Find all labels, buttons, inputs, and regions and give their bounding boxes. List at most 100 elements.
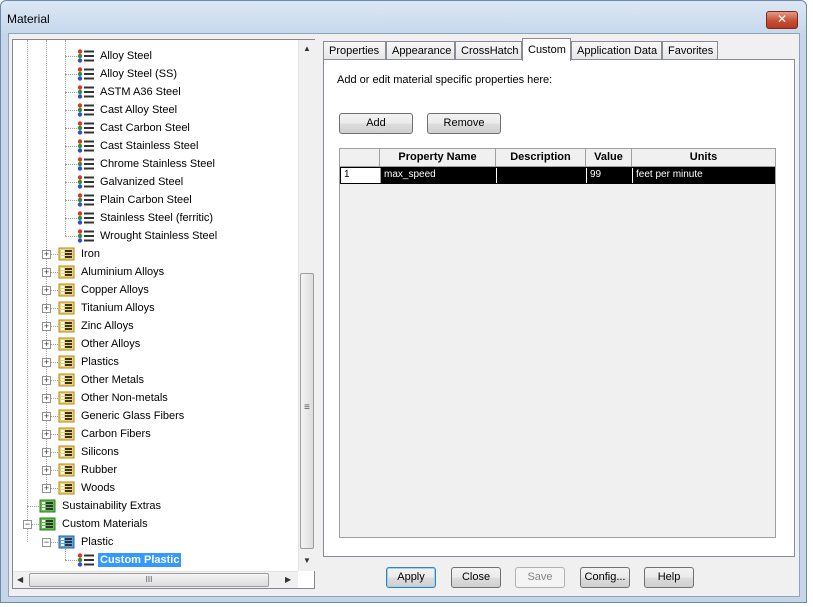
scroll-right-icon[interactable]: ▶: [285, 575, 291, 584]
tree-item-titanium-alloys[interactable]: Titanium Alloys: [58, 299, 157, 317]
tree-guide-line: [65, 40, 66, 236]
scroll-down-icon[interactable]: ▼: [303, 556, 311, 565]
expand-icon[interactable]: +: [42, 304, 51, 313]
table-row[interactable]: 1 max_speed 99 feet per minute: [340, 167, 775, 184]
tree-item-woods[interactable]: Woods: [58, 479, 117, 497]
tree-item-galvanized-steel[interactable]: Galvanized Steel: [77, 173, 185, 191]
scroll-up-icon[interactable]: ▲: [303, 44, 311, 53]
remove-button[interactable]: Remove: [427, 113, 501, 134]
collapse-icon[interactable]: −: [23, 520, 32, 529]
tree-item-label: Iron: [81, 248, 100, 260]
tree-guide-line: [65, 236, 77, 237]
help-button[interactable]: Help: [644, 567, 694, 588]
tree-item-custom-plastic[interactable]: Custom Plastic: [77, 551, 182, 569]
close-window-button[interactable]: ✕: [766, 11, 798, 29]
expand-icon[interactable]: +: [42, 286, 51, 295]
tree-horizontal-scroll-thumb[interactable]: III: [29, 573, 269, 587]
tree-guide-line: [27, 40, 28, 542]
value-cell[interactable]: 99: [587, 168, 633, 183]
grip-icon: ≡: [304, 402, 310, 413]
tree-item-copper-alloys[interactable]: Copper Alloys: [58, 281, 151, 299]
tree-item-alloy-steel[interactable]: Alloy Steel: [77, 47, 154, 65]
tree-item-iron[interactable]: Iron: [58, 245, 102, 263]
tree-item-other-metals[interactable]: Other Metals: [58, 371, 146, 389]
tab-properties[interactable]: Properties: [323, 41, 386, 60]
tree-item-stainless-steel-ferritic[interactable]: Stainless Steel (ferritic): [77, 209, 215, 227]
material-icon: [77, 193, 95, 207]
tree-item-chrome-stainless-steel[interactable]: Chrome Stainless Steel: [77, 155, 217, 173]
tree-item-aluminium-alloys[interactable]: Aluminium Alloys: [58, 263, 166, 281]
tree-item-wrought-stainless-steel[interactable]: Wrought Stainless Steel: [77, 227, 219, 245]
tab-custom[interactable]: Custom: [522, 38, 571, 61]
units-cell[interactable]: feet per minute: [633, 168, 774, 183]
close-button[interactable]: Close: [451, 567, 501, 588]
title-bar[interactable]: Material ✕: [1, 1, 806, 33]
tree-item-plastic[interactable]: Plastic: [58, 533, 115, 551]
material-folder-icon: [58, 247, 76, 261]
tree-item-other-alloys[interactable]: Other Alloys: [58, 335, 142, 353]
expand-icon[interactable]: +: [42, 268, 51, 277]
tree-item-cast-alloy-steel[interactable]: Cast Alloy Steel: [77, 101, 179, 119]
collapse-icon[interactable]: −: [42, 538, 51, 547]
property-name-cell[interactable]: max_speed: [381, 168, 497, 183]
tree-vertical-scrollbar[interactable]: ▲ ≡ ▼: [298, 40, 315, 571]
column-header-value[interactable]: Value: [586, 149, 632, 167]
column-header-units[interactable]: Units: [632, 149, 775, 167]
expand-icon[interactable]: +: [42, 394, 51, 403]
material-icon: [77, 139, 95, 153]
tab-application-data[interactable]: Application Data: [571, 41, 662, 60]
config-button[interactable]: Config...: [580, 567, 630, 588]
row-index-cell[interactable]: 1: [341, 168, 381, 183]
tree-item-custom-materials[interactable]: Custom Materials: [39, 515, 150, 533]
material-icon: [77, 85, 95, 99]
tree-item-label: Woods: [81, 482, 116, 494]
expand-icon[interactable]: +: [42, 412, 51, 421]
tree-item-silicons[interactable]: Silicons: [58, 443, 121, 461]
tree-item-cast-carbon-steel[interactable]: Cast Carbon Steel: [77, 119, 192, 137]
tree-item-label: Plain Carbon Steel: [100, 194, 192, 206]
tree-item-plain-carbon-steel[interactable]: Plain Carbon Steel: [77, 191, 194, 209]
tab-appearance[interactable]: Appearance: [386, 41, 455, 60]
custom-hint-text: Add or edit material specific properties…: [337, 74, 553, 86]
column-header-property-name[interactable]: Property Name: [380, 149, 496, 167]
tree-item-label: Cast Carbon Steel: [100, 122, 190, 134]
tree-item-generic-glass-fibers[interactable]: Generic Glass Fibers: [58, 407, 186, 425]
tree-item-label: Chrome Stainless Steel: [100, 158, 215, 170]
column-header-description[interactable]: Description: [496, 149, 586, 167]
tree-item-zinc-alloys[interactable]: Zinc Alloys: [58, 317, 136, 335]
scroll-left-icon[interactable]: ◀: [17, 575, 23, 584]
expand-icon[interactable]: +: [42, 430, 51, 439]
expand-icon[interactable]: +: [42, 376, 51, 385]
tree-item-other-non-metals[interactable]: Other Non-metals: [58, 389, 170, 407]
material-folder-icon: [58, 319, 76, 333]
material-folder-icon: [58, 535, 76, 549]
tree-item-label: Carbon Fibers: [81, 428, 151, 440]
expand-icon[interactable]: +: [42, 250, 51, 259]
tree-item-rubber[interactable]: Rubber: [58, 461, 119, 479]
tree-item-label: ASTM A36 Steel: [100, 86, 181, 98]
tree-item-label: Custom Plastic: [98, 553, 182, 567]
expand-icon[interactable]: +: [42, 340, 51, 349]
tab-favorites[interactable]: Favorites: [662, 41, 718, 60]
tree-item-astm-a36-steel[interactable]: ASTM A36 Steel: [77, 83, 183, 101]
material-tree: Alloy Steel Alloy Steel (SS) ASTM A36 Stee…: [12, 39, 315, 589]
save-button[interactable]: Save: [515, 567, 565, 588]
expand-icon[interactable]: +: [42, 484, 51, 493]
tree-horizontal-scrollbar[interactable]: ◀ III ▶: [13, 571, 298, 588]
expand-icon[interactable]: +: [42, 322, 51, 331]
tree-item-cast-stainless-steel[interactable]: Cast Stainless Steel: [77, 137, 200, 155]
description-cell[interactable]: [497, 168, 587, 183]
tree-item-label: Zinc Alloys: [81, 320, 134, 332]
expand-icon[interactable]: +: [42, 466, 51, 475]
tree-item-sustainability-extras[interactable]: Sustainability Extras: [39, 497, 163, 515]
tree-item-carbon-fibers[interactable]: Carbon Fibers: [58, 425, 153, 443]
tab-crosshatch[interactable]: CrossHatch: [455, 41, 522, 60]
apply-button[interactable]: Apply: [386, 567, 436, 588]
expand-icon[interactable]: +: [42, 448, 51, 457]
tree-vertical-scroll-thumb[interactable]: ≡: [300, 273, 314, 549]
add-button[interactable]: Add: [339, 113, 413, 134]
tree-item-alloy-steel-ss[interactable]: Alloy Steel (SS): [77, 65, 179, 83]
window-title: Material: [7, 12, 50, 26]
expand-icon[interactable]: +: [42, 358, 51, 367]
tree-item-plastics[interactable]: Plastics: [58, 353, 121, 371]
